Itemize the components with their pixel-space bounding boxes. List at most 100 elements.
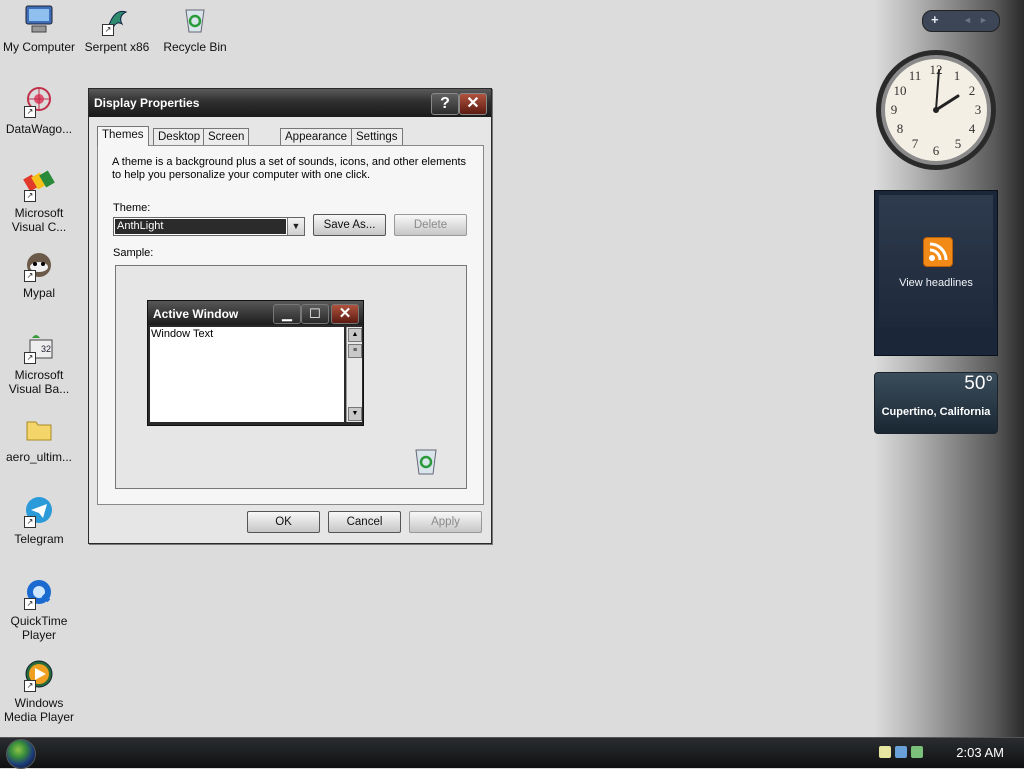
tab-appearance[interactable]: Appearance bbox=[280, 128, 353, 145]
desktop-icon-label: Serpent x86 bbox=[84, 40, 150, 54]
maximize-icon: ☐ bbox=[301, 304, 329, 324]
desktop-icon-telegram[interactable]: ↗ Telegram bbox=[0, 494, 78, 546]
svg-text:7: 7 bbox=[912, 136, 919, 151]
shortcut-arrow-icon: ↗ bbox=[24, 516, 36, 528]
display-properties-dialog: Display Properties ? ✕ Themes Desktop Sc… bbox=[88, 88, 492, 544]
sample-window-text: Window Text bbox=[151, 328, 214, 340]
tab-desktop[interactable]: Desktop bbox=[153, 128, 206, 145]
shortcut-arrow-icon: ↗ bbox=[102, 24, 114, 36]
desktop-icon-label: DataWago... bbox=[5, 122, 73, 136]
weather-temperature: 50° bbox=[964, 373, 993, 394]
weather-city: Cupertino, California bbox=[881, 406, 991, 418]
folder-icon bbox=[22, 412, 56, 446]
view-headlines-link[interactable]: View headlines bbox=[875, 277, 997, 289]
svg-text:4: 4 bbox=[969, 121, 976, 136]
desktop-icon-label: QuickTime Player bbox=[10, 614, 68, 642]
shortcut-arrow-icon: ↗ bbox=[24, 270, 36, 282]
desktop-icon-recycle-bin[interactable]: Recycle Bin bbox=[156, 2, 234, 54]
desktop-icon-label: Microsoft Visual C... bbox=[11, 206, 67, 234]
gadget-sidebar: + ◄ ► 12 1 2 345 678 9 10 11 View headlines … bbox=[874, 0, 1024, 738]
minimize-icon: ▁ bbox=[273, 304, 301, 324]
shortcut-arrow-icon: ↗ bbox=[24, 190, 36, 202]
svg-text:8: 8 bbox=[897, 121, 904, 136]
datawago-icon: ↗ bbox=[22, 84, 56, 118]
network-icon[interactable] bbox=[895, 746, 907, 758]
desktop-icon-quicktime[interactable]: ↗ QuickTime Player bbox=[0, 576, 78, 642]
sample-window-titlebar: Active Window ▁ ☐ ✕ bbox=[148, 301, 363, 325]
sample-scrollbar: ▲ ≡ ▼ bbox=[346, 327, 362, 422]
weather-gadget[interactable]: 50° Cupertino, California bbox=[874, 372, 998, 434]
chevron-down-icon[interactable]: ▼ bbox=[287, 218, 304, 235]
desktop-icon-label: Microsoft Visual Ba... bbox=[8, 368, 70, 396]
shortcut-arrow-icon: ↗ bbox=[24, 598, 36, 610]
help-button[interactable]: ? bbox=[431, 93, 459, 115]
add-gadget-button[interactable]: + bbox=[931, 12, 939, 27]
sample-label: Sample: bbox=[113, 247, 154, 259]
safely-remove-icon[interactable] bbox=[911, 746, 923, 758]
desktop-icon-mypal[interactable]: ↗ Mypal bbox=[0, 248, 78, 300]
scroll-up-icon: ▲ bbox=[348, 328, 362, 342]
theme-description: A theme is a background plus a set of so… bbox=[112, 156, 467, 181]
ok-button[interactable]: OK bbox=[247, 511, 320, 533]
save-as-button[interactable]: Save As... bbox=[313, 214, 386, 236]
desktop-icon-media-player[interactable]: ↗ Windows Media Player bbox=[0, 658, 78, 724]
desktop-icon-label: aero_ultim... bbox=[5, 450, 73, 464]
taskbar-clock[interactable]: 2:03 AM bbox=[956, 745, 1004, 760]
sidebar-next-button[interactable]: ► bbox=[979, 15, 988, 25]
desktop-icon-aero-ultim[interactable]: aero_ultim... bbox=[0, 412, 78, 464]
theme-label: Theme: bbox=[113, 202, 151, 214]
desktop-icon-serpent[interactable]: ↗ Serpent x86 bbox=[78, 2, 156, 54]
taskbar: 2:03 AM bbox=[0, 737, 1024, 769]
desktop-icon-label: Recycle Bin bbox=[163, 40, 227, 54]
sample-window-title: Active Window bbox=[153, 307, 239, 321]
theme-sample-preview: Active Window ▁ ☐ ✕ Window Text ▲ ≡ ▼ bbox=[115, 265, 467, 489]
sidebar-controls: + ◄ ► bbox=[922, 10, 1000, 32]
rss-feed-gadget[interactable]: View headlines bbox=[874, 190, 998, 356]
theme-select-value: AnthLight bbox=[115, 219, 286, 234]
recycle-bin-icon bbox=[178, 2, 212, 36]
telegram-icon: ↗ bbox=[22, 494, 56, 528]
shortcut-arrow-icon: ↗ bbox=[24, 106, 36, 118]
svg-text:9: 9 bbox=[891, 102, 898, 117]
desktop-icon-label: Telegram bbox=[14, 532, 64, 546]
clock-gadget[interactable]: 12 1 2 345 678 9 10 11 bbox=[874, 48, 998, 175]
svg-text:1: 1 bbox=[954, 68, 961, 83]
svg-text:2: 2 bbox=[969, 83, 976, 98]
visual-c-icon: ↗ bbox=[22, 168, 56, 202]
tab-themes[interactable]: Themes bbox=[97, 126, 149, 146]
desktop-icon-label: Mypal bbox=[22, 286, 55, 300]
scroll-thumb: ≡ bbox=[348, 344, 362, 358]
scroll-down-icon: ▼ bbox=[348, 407, 362, 421]
mypal-icon: ↗ bbox=[22, 248, 56, 282]
close-button[interactable]: ✕ bbox=[459, 93, 487, 115]
desktop-icon-visual-c[interactable]: ↗ Microsoft Visual C... bbox=[0, 168, 78, 234]
apply-button[interactable]: Apply bbox=[409, 511, 482, 533]
svg-text:5: 5 bbox=[955, 136, 962, 151]
desktop-icon-my-computer[interactable]: My Computer bbox=[0, 2, 78, 54]
system-tray: 2:03 AM bbox=[879, 738, 1024, 768]
sample-active-window: Active Window ▁ ☐ ✕ Window Text ▲ ≡ ▼ bbox=[147, 300, 364, 426]
theme-select[interactable]: AnthLight ▼ bbox=[113, 217, 305, 236]
themes-panel: A theme is a background plus a set of so… bbox=[97, 145, 484, 505]
sample-window-body: Window Text bbox=[150, 327, 344, 422]
sidebar-tray-icon[interactable] bbox=[879, 746, 891, 758]
quicktime-icon: ↗ bbox=[22, 576, 56, 610]
desktop-icon-visual-basic[interactable]: 32 ↗ Microsoft Visual Ba... bbox=[0, 330, 78, 396]
recycle-bin-icon bbox=[412, 446, 440, 479]
tab-screen-saver[interactable]: Screen Saver bbox=[203, 128, 250, 159]
shortcut-arrow-icon: ↗ bbox=[24, 352, 36, 364]
start-button[interactable] bbox=[6, 739, 36, 769]
svg-text:6: 6 bbox=[933, 143, 940, 158]
tab-settings[interactable]: Settings bbox=[351, 128, 403, 145]
delete-button[interactable]: Delete bbox=[394, 214, 467, 236]
computer-icon bbox=[22, 2, 56, 36]
sidebar-prev-button[interactable]: ◄ bbox=[963, 15, 972, 25]
dialog-titlebar[interactable]: Display Properties ? ✕ bbox=[89, 89, 491, 117]
rss-icon bbox=[923, 237, 953, 267]
shortcut-arrow-icon: ↗ bbox=[24, 680, 36, 692]
desktop-icon-datawago[interactable]: ↗ DataWago... bbox=[0, 84, 78, 136]
serpent-icon: ↗ bbox=[100, 2, 134, 36]
svg-text:32: 32 bbox=[41, 344, 51, 354]
desktop-icon-label: Windows Media Player bbox=[3, 696, 75, 724]
cancel-button[interactable]: Cancel bbox=[328, 511, 401, 533]
